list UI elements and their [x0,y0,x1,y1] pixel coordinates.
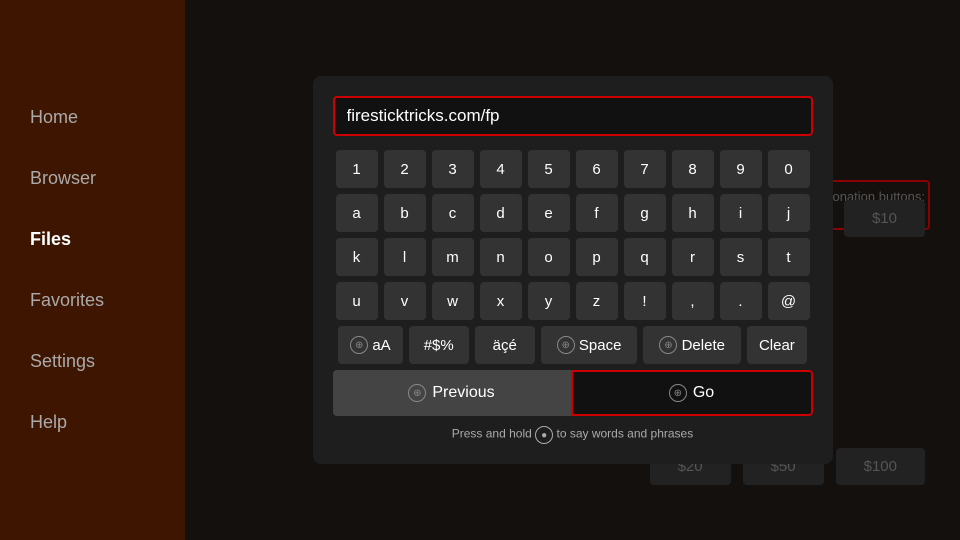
previous-label: Previous [432,384,494,402]
key-0[interactable]: 0 [768,150,810,188]
key-j[interactable]: j [768,194,810,232]
sidebar-item-help[interactable]: Help [30,412,155,433]
delete-circle-icon: ⊕ [659,336,677,354]
key-accents[interactable]: äçé [475,326,535,364]
previous-button[interactable]: ⊕ Previous [333,370,571,416]
caps-label: aA [372,337,390,354]
key-p[interactable]: p [576,238,618,276]
key-f[interactable]: f [576,194,618,232]
key-b[interactable]: b [384,194,426,232]
key-3[interactable]: 3 [432,150,474,188]
key-e[interactable]: e [528,194,570,232]
key-row-uz: u v w x y z ! , . @ [333,282,813,320]
key-d[interactable]: d [480,194,522,232]
key-a[interactable]: a [336,194,378,232]
key-z[interactable]: z [576,282,618,320]
key-o[interactable]: o [528,238,570,276]
previous-circle-icon: ⊕ [408,384,426,402]
sidebar-item-files-label: Files [30,229,71,249]
clear-label: Clear [759,337,795,354]
key-i[interactable]: i [720,194,762,232]
voice-hint: Press and hold ● to say words and phrase… [333,426,813,444]
key-row-special: ⊕ aA #$% äçé ⊕ Space ⊕ Delete [333,326,813,364]
key-w[interactable]: w [432,282,474,320]
key-h[interactable]: h [672,194,714,232]
key-q[interactable]: q [624,238,666,276]
url-input[interactable] [333,96,813,136]
go-label: Go [693,384,714,402]
key-space[interactable]: ⊕ Space [541,326,638,364]
voice-hint-text: Press and hold [452,427,535,441]
key-s[interactable]: s [720,238,762,276]
key-period[interactable]: . [720,282,762,320]
key-n[interactable]: n [480,238,522,276]
go-button[interactable]: ⊕ Go [571,370,813,416]
key-row-numbers: 1 2 3 4 5 6 7 8 9 0 [333,150,813,188]
key-c[interactable]: c [432,194,474,232]
sidebar-item-favorites[interactable]: Favorites [30,290,155,311]
key-5[interactable]: 5 [528,150,570,188]
key-1[interactable]: 1 [336,150,378,188]
key-u[interactable]: u [336,282,378,320]
key-clear[interactable]: Clear [747,326,807,364]
key-delete[interactable]: ⊕ Delete [643,326,741,364]
sidebar-item-browser[interactable]: Browser [30,168,155,189]
key-comma[interactable]: , [672,282,714,320]
sidebar-item-home[interactable]: Home [30,107,155,128]
key-4[interactable]: 4 [480,150,522,188]
accents-label: äçé [493,337,517,354]
key-v[interactable]: v [384,282,426,320]
url-input-row [333,96,813,136]
key-l[interactable]: l [384,238,426,276]
key-r[interactable]: r [672,238,714,276]
sidebar-item-help-label: Help [30,412,67,432]
key-7[interactable]: 7 [624,150,666,188]
keyboard-overlay: 1 2 3 4 5 6 7 8 9 0 a b c d e f g h [185,0,960,540]
key-8[interactable]: 8 [672,150,714,188]
key-y[interactable]: y [528,282,570,320]
space-label: Space [579,337,622,354]
keyboard-dialog: 1 2 3 4 5 6 7 8 9 0 a b c d e f g h [313,76,833,464]
sidebar-item-files[interactable]: Files [30,229,155,250]
bottom-action-row: ⊕ Previous ⊕ Go [333,370,813,416]
key-row-aj: a b c d e f g h i j [333,194,813,232]
sidebar-item-favorites-label: Favorites [30,290,104,310]
key-9[interactable]: 9 [720,150,762,188]
key-t[interactable]: t [768,238,810,276]
key-symbols[interactable]: #$% [409,326,469,364]
key-caps[interactable]: ⊕ aA [338,326,403,364]
voice-icon: ● [535,426,553,444]
sidebar: Home Browser Files Favorites Settings He… [0,0,185,540]
key-2[interactable]: 2 [384,150,426,188]
key-g[interactable]: g [624,194,666,232]
delete-label: Delete [682,337,725,354]
go-circle-icon: ⊕ [669,384,687,402]
key-m[interactable]: m [432,238,474,276]
key-exclaim[interactable]: ! [624,282,666,320]
caps-circle-icon: ⊕ [350,336,368,354]
voice-hint-suffix: to say words and phrases [556,427,693,441]
key-at[interactable]: @ [768,282,810,320]
key-x[interactable]: x [480,282,522,320]
sidebar-item-settings-label: Settings [30,351,95,371]
sidebar-item-browser-label: Browser [30,168,96,188]
sidebar-item-home-label: Home [30,107,78,127]
key-row-kt: k l m n o p q r s t [333,238,813,276]
sidebar-item-settings[interactable]: Settings [30,351,155,372]
space-circle-icon: ⊕ [557,336,575,354]
key-k[interactable]: k [336,238,378,276]
key-6[interactable]: 6 [576,150,618,188]
symbols-label: #$% [424,337,454,354]
keyboard: 1 2 3 4 5 6 7 8 9 0 a b c d e f g h [333,150,813,364]
